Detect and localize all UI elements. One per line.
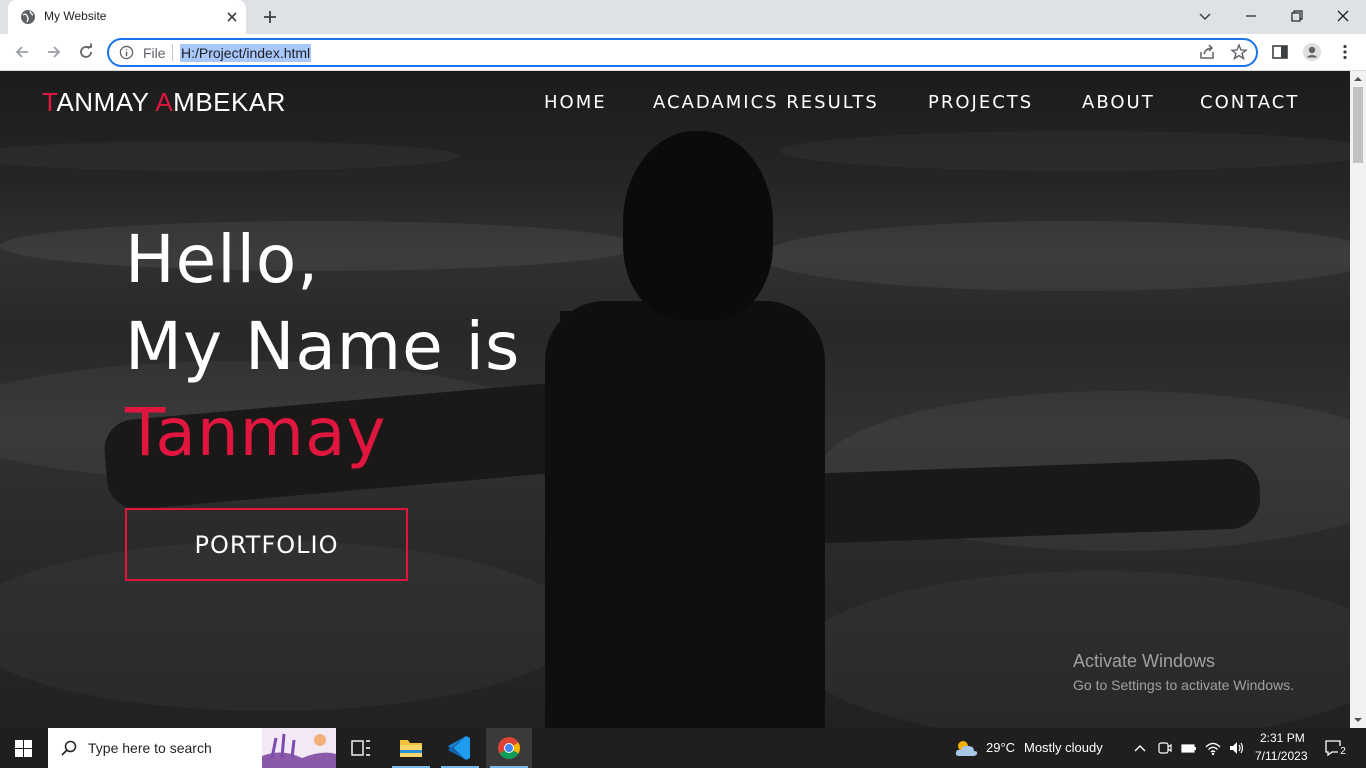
profile-avatar-icon[interactable] xyxy=(1302,42,1322,62)
url-text[interactable]: H:/Project/index.html xyxy=(180,44,312,62)
reload-icon[interactable] xyxy=(76,42,96,62)
side-panel-icon[interactable] xyxy=(1270,42,1290,62)
weather-temperature[interactable]: 29°C xyxy=(986,740,1015,755)
wifi-icon[interactable] xyxy=(1204,739,1222,757)
weather-description[interactable]: Mostly cloudy xyxy=(1024,740,1103,755)
page-viewport: TANMAY AMBEKAR HOME ACADAMICS RESULTS PR… xyxy=(0,71,1350,728)
restore-icon[interactable] xyxy=(1286,5,1308,27)
taskbar-search[interactable]: Type here to search xyxy=(48,728,336,768)
show-hidden-icons-chevron-icon[interactable] xyxy=(1131,739,1149,757)
vscode-icon[interactable] xyxy=(437,728,483,768)
activate-windows-subtitle: Go to Settings to activate Windows. xyxy=(1073,677,1294,693)
new-tab-icon[interactable] xyxy=(260,7,280,27)
hero-greeting: Hello, xyxy=(125,221,320,298)
browser-tab[interactable]: My Website xyxy=(8,0,246,34)
scroll-down-icon[interactable] xyxy=(1354,716,1362,724)
file-explorer-icon[interactable] xyxy=(388,728,434,768)
globe-icon xyxy=(21,10,35,24)
chrome-taskbar-button[interactable] xyxy=(486,728,532,768)
logo-initial-first: T xyxy=(42,87,57,117)
close-window-icon[interactable] xyxy=(1332,5,1354,27)
task-view-icon[interactable] xyxy=(338,728,384,768)
clock-time[interactable]: 2:31 PM xyxy=(1260,731,1305,745)
close-tab-icon[interactable] xyxy=(224,9,240,25)
logo-rest-first: ANMAY xyxy=(56,87,156,117)
clock-date[interactable]: 7/11/2023 xyxy=(1255,749,1308,763)
search-icon xyxy=(61,740,77,756)
meet-now-icon[interactable] xyxy=(1156,739,1174,757)
nav-home[interactable]: HOME xyxy=(544,92,607,113)
search-placeholder: Type here to search xyxy=(88,740,212,756)
share-icon[interactable] xyxy=(1198,43,1216,61)
volume-icon[interactable] xyxy=(1228,739,1246,757)
bookmark-star-icon[interactable] xyxy=(1230,43,1248,61)
nav-contact[interactable]: CONTACT xyxy=(1200,92,1299,113)
tab-strip: My Website xyxy=(0,0,1366,34)
search-highlight-illustration xyxy=(262,728,336,768)
notification-count-badge: 2 xyxy=(1338,746,1348,760)
battery-icon[interactable] xyxy=(1180,739,1198,757)
tab-search-icon[interactable] xyxy=(1194,5,1216,27)
hero-name: Tanmay xyxy=(125,394,387,471)
windows-taskbar: Type here to search 29°C Mostly cloudy 2… xyxy=(0,728,1366,768)
nav-projects[interactable]: PROJECTS xyxy=(928,92,1033,113)
forward-icon[interactable] xyxy=(44,42,64,62)
windows-start-icon[interactable] xyxy=(15,740,32,757)
nav-academics-results[interactable]: ACADAMICS RESULTS xyxy=(653,92,879,113)
scroll-thumb[interactable] xyxy=(1353,87,1363,163)
page-scrollbar[interactable] xyxy=(1350,71,1366,728)
activate-windows-title: Activate Windows xyxy=(1073,651,1216,671)
scroll-up-icon[interactable] xyxy=(1354,75,1362,83)
omnibox-separator xyxy=(172,44,173,61)
nav-about[interactable]: ABOUT xyxy=(1082,92,1155,113)
back-icon[interactable] xyxy=(12,42,32,62)
scheme-label: File xyxy=(143,45,166,61)
site-logo[interactable]: TANMAY AMBEKAR xyxy=(42,87,286,118)
tab-title: My Website xyxy=(44,9,107,23)
weather-cloudy-icon[interactable] xyxy=(953,738,979,758)
logo-rest-last: MBEKAR xyxy=(173,87,286,117)
chrome-icon xyxy=(498,737,520,759)
address-bar[interactable]: File H:/Project/index.html xyxy=(107,38,1258,67)
menu-kebab-icon[interactable] xyxy=(1335,42,1355,62)
logo-initial-last: A xyxy=(155,87,174,117)
portfolio-button[interactable]: PORTFOLIO xyxy=(125,508,408,581)
browser-toolbar: File H:/Project/index.html xyxy=(0,34,1366,71)
minimize-icon[interactable] xyxy=(1240,5,1262,27)
site-info-icon[interactable] xyxy=(119,45,134,60)
hero-intro: My Name is xyxy=(125,308,521,385)
